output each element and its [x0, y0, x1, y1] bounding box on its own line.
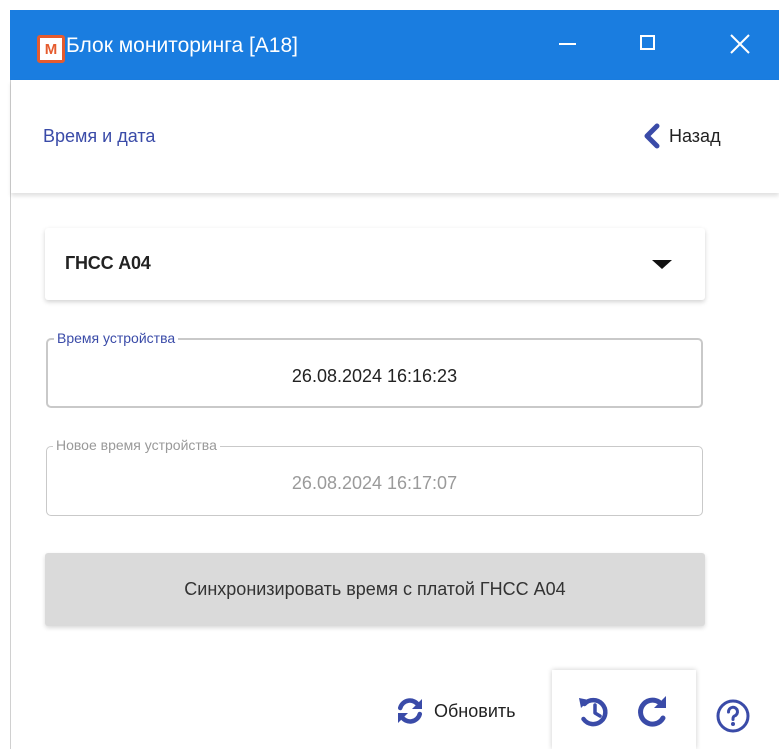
- redo-button[interactable]: [630, 690, 674, 734]
- window-title: Блок мониторинга [A18]: [66, 34, 298, 57]
- device-time-value: 26.08.2024 16:16:23: [291, 366, 458, 386]
- new-device-time-value: 26.08.2024 16:17:07: [291, 473, 458, 493]
- back-button[interactable]: Назад: [643, 120, 721, 152]
- help-button[interactable]: [715, 698, 751, 734]
- sync-time-button-label: Синхронизировать время с платой ГНСС А04: [184, 579, 566, 599]
- device-select[interactable]: ГНСС А04: [45, 228, 705, 300]
- new-device-time-legend: Новое время устройства: [53, 435, 220, 455]
- chevron-left-icon: [644, 123, 660, 149]
- refresh-icon: [397, 698, 423, 724]
- redo-icon: [638, 696, 666, 727]
- sync-time-button[interactable]: Синхронизировать время с платой ГНСС А04: [45, 553, 705, 626]
- caret-down-icon: [652, 260, 672, 269]
- device-time-field[interactable]: Время устройства 26.08.2024 16:16:23: [46, 328, 703, 408]
- device-time-legend: Время устройства: [54, 328, 179, 348]
- app-logo-letter: М: [44, 40, 58, 58]
- page-title: Время и дата: [43, 126, 156, 146]
- minimize-button[interactable]: [539, 22, 599, 66]
- help-icon: [716, 699, 750, 733]
- app-logo: М: [37, 35, 65, 63]
- back-button-label: Назад: [669, 125, 721, 146]
- close-button[interactable]: [710, 22, 770, 66]
- title-bar: М Блок мониторинга [A18]: [10, 10, 779, 80]
- history-toolbar: [552, 670, 696, 749]
- refresh-button-label: Обновить: [434, 700, 516, 721]
- device-select-value: ГНСС А04: [65, 253, 151, 273]
- refresh-button[interactable]: Обновить: [394, 690, 516, 732]
- undo-button[interactable]: [572, 690, 616, 734]
- new-device-time-field: Новое время устройства 26.08.2024 16:17:…: [46, 435, 703, 516]
- page-header: Время и дата Назад: [11, 80, 779, 193]
- history-icon: [579, 697, 608, 727]
- close-icon: [730, 34, 750, 54]
- maximize-button[interactable]: [620, 22, 680, 66]
